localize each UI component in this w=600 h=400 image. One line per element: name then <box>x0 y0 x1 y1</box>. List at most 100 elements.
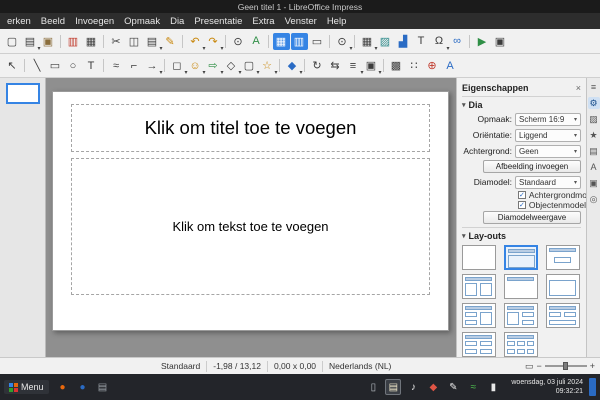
display-grid-icon[interactable]: ▦ <box>273 33 290 50</box>
layout-title-content[interactable] <box>504 245 538 270</box>
layout-blank[interactable] <box>462 245 496 270</box>
layout-4content[interactable] <box>462 332 496 357</box>
navigator-tab-icon[interactable]: ◎ <box>588 193 600 205</box>
undo-icon[interactable]: ↶▾ <box>187 33 204 50</box>
paste-icon[interactable]: ▤▾ <box>144 33 161 50</box>
snap-guides-icon[interactable]: ▥ <box>291 33 308 50</box>
menu-venster[interactable]: Venster <box>280 16 322 27</box>
checkbox-checked-icon[interactable]: ✓ <box>518 201 526 209</box>
copy-icon[interactable]: ◫ <box>126 33 143 50</box>
trash-icon[interactable]: ▯ <box>365 379 381 395</box>
edit-points-icon[interactable]: ∷ <box>406 57 423 74</box>
fontwork-icon[interactable]: A <box>442 57 459 74</box>
block-arrows-icon[interactable]: ⇨▾ <box>205 57 222 74</box>
format-select[interactable]: Scherm 16:9 <box>515 113 581 126</box>
objects-master-checkbox-row[interactable]: ✓ Objectenmodel <box>518 200 581 210</box>
shadow-icon[interactable]: ▩ <box>388 57 405 74</box>
insert-table-icon[interactable]: ▦▾ <box>359 33 376 50</box>
file-manager-icon[interactable]: ▤ <box>95 379 111 395</box>
new-document-icon[interactable]: ▢ <box>4 33 21 50</box>
menu-invoegen[interactable]: Invoegen <box>70 16 119 27</box>
redo-icon[interactable]: ↷▾ <box>205 33 222 50</box>
layout-2content-over-content[interactable] <box>546 303 580 328</box>
flip-icon[interactable]: ⇆ <box>327 57 344 74</box>
styles-tab-icon[interactable]: A <box>588 161 600 173</box>
slide[interactable]: Klik om titel toe te voegen Klik om teks… <box>52 91 449 331</box>
zoom-slider[interactable] <box>545 365 587 367</box>
master-slide-name[interactable]: Standaard <box>161 361 200 371</box>
open-icon[interactable]: ▤▾ <box>22 33 39 50</box>
firefox-icon[interactable]: ● <box>55 379 71 395</box>
background-select[interactable]: Geen <box>515 145 581 158</box>
slide-canvas[interactable]: Klik om titel toe te voegen Klik om teks… <box>46 78 456 357</box>
arrange-icon[interactable]: ▣▾ <box>363 57 380 74</box>
menu-presentatie[interactable]: Presentatie <box>189 16 247 27</box>
insert-chart-icon[interactable]: ▟ <box>395 33 412 50</box>
symbol-shapes-icon[interactable]: ☺▾ <box>187 57 204 74</box>
insert-image-button[interactable]: Afbeelding invoegen <box>483 160 581 173</box>
slide-transition-tab-icon[interactable]: ▨ <box>588 113 600 125</box>
volume-icon[interactable]: ♪ <box>405 379 421 395</box>
print-icon[interactable]: ▦ <box>83 33 100 50</box>
select-icon[interactable]: ↖ <box>4 57 21 74</box>
menu-opmaak[interactable]: Opmaak <box>119 16 165 27</box>
cut-icon[interactable]: ✂ <box>108 33 125 50</box>
gallery-tab-icon[interactable]: ▣ <box>588 177 600 189</box>
insert-special-character-icon[interactable]: Ω▾ <box>431 33 448 50</box>
insert-hyperlink-icon[interactable]: ∞ <box>449 33 466 50</box>
layout-title-subtitle[interactable] <box>546 245 580 270</box>
slide-thumbnail-1[interactable] <box>6 83 40 104</box>
callouts-icon[interactable]: ▢▾ <box>241 57 258 74</box>
line-icon[interactable]: ╲ <box>29 57 46 74</box>
language-status[interactable]: Nederlands (NL) <box>329 361 391 371</box>
title-placeholder[interactable]: Klik om titel toe te voegen <box>71 104 430 152</box>
basic-shapes-icon[interactable]: ◻▾ <box>169 57 186 74</box>
sidebar-settings-icon[interactable]: ≡ <box>588 81 600 93</box>
insert-image-icon[interactable]: ▨ <box>377 33 394 50</box>
save-icon[interactable]: ▣ <box>40 33 57 50</box>
fit-slide-icon[interactable]: ▭ <box>525 361 534 372</box>
menu-beeld[interactable]: Beeld <box>36 16 70 27</box>
menu-extra[interactable]: Extra <box>247 16 279 27</box>
layout-2content-content[interactable] <box>462 303 496 328</box>
menu-dia[interactable]: Dia <box>165 16 189 27</box>
insert-textbox-icon[interactable]: T <box>413 33 430 50</box>
rectangle-icon[interactable]: ▭ <box>47 57 64 74</box>
layout-centered-text[interactable] <box>546 274 580 299</box>
battery-icon[interactable]: ▮ <box>485 379 501 395</box>
master-view-button[interactable]: Diamodelweergave <box>483 211 581 224</box>
threed-objects-icon[interactable]: ◆▾ <box>284 57 301 74</box>
align-icon[interactable]: ≡▾ <box>345 57 362 74</box>
content-placeholder[interactable]: Klik om tekst toe te voegen <box>71 158 430 295</box>
zoom-out-button[interactable]: − <box>536 361 541 371</box>
checkbox-checked-icon[interactable]: ✓ <box>518 191 526 199</box>
start-slideshow-icon[interactable]: ▶ <box>474 33 491 50</box>
properties-tab-icon[interactable]: ⚙ <box>588 97 600 109</box>
connector-icon[interactable]: ⌐ <box>126 57 143 74</box>
glue-points-icon[interactable]: ⊕ <box>424 57 441 74</box>
rotate-icon[interactable]: ↻ <box>309 57 326 74</box>
clone-formatting-icon[interactable]: ✎ <box>162 33 179 50</box>
export-pdf-icon[interactable]: ▥ <box>65 33 82 50</box>
background-master-checkbox-row[interactable]: ✓ Achtergrondmodel <box>518 190 581 200</box>
master-slide-icon[interactable]: ▣ <box>492 33 509 50</box>
layout-title-2content[interactable] <box>462 274 496 299</box>
line-arrow-icon[interactable]: →▾ <box>144 57 161 74</box>
flowchart-icon[interactable]: ◇▾ <box>223 57 240 74</box>
zoom-icon[interactable]: ⊙▾ <box>334 33 351 50</box>
network-monitor-icon[interactable]: ≈ <box>465 379 481 395</box>
browser-icon[interactable]: ● <box>75 379 91 395</box>
master-slides-tab-icon[interactable]: ▤ <box>588 145 600 157</box>
find-replace-icon[interactable]: ⊙ <box>230 33 247 50</box>
orientation-select[interactable]: Liggend <box>515 129 581 142</box>
dia-section-header[interactable]: Dia <box>462 99 581 111</box>
master-slide-select[interactable]: Standaard <box>515 176 581 189</box>
workspace-badge[interactable] <box>589 378 596 396</box>
notes-icon[interactable]: ✎ <box>445 379 461 395</box>
menu-bewerken-partial[interactable]: erken <box>2 16 36 27</box>
layout-6content[interactable] <box>504 332 538 357</box>
impress-window-button[interactable]: ▤ <box>385 379 401 395</box>
menu-button[interactable]: Menu <box>4 380 49 394</box>
zoom-in-button[interactable]: + <box>590 361 595 371</box>
layout-title-only[interactable] <box>504 274 538 299</box>
